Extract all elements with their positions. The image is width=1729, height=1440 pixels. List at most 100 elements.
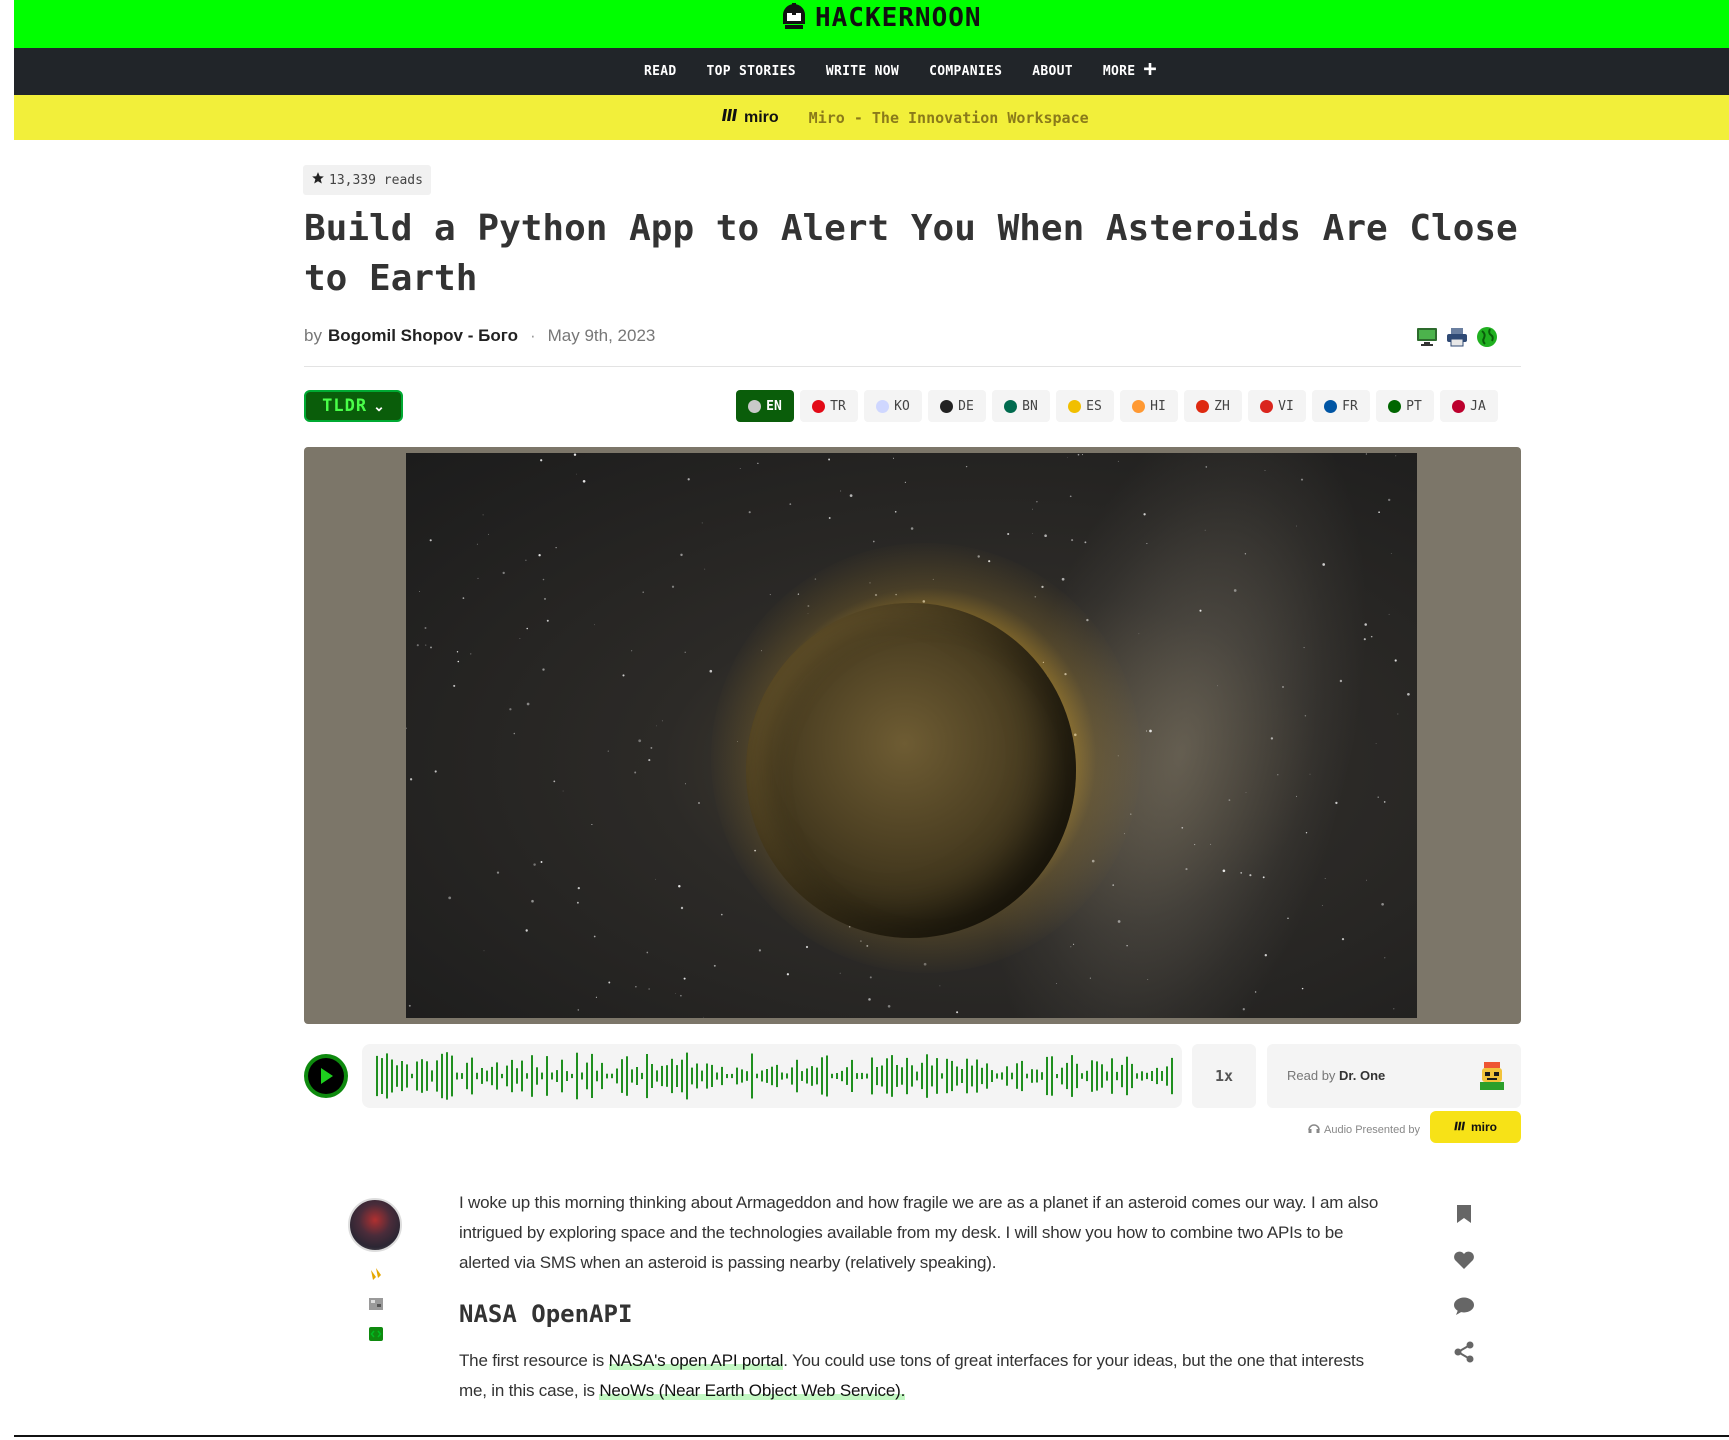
lang-en[interactable]: EN	[736, 390, 794, 422]
chevron-down-icon: ⌄	[373, 397, 385, 414]
nav-write-now[interactable]: WRITE NOW	[826, 64, 899, 79]
lang-code: BN	[1022, 398, 1038, 414]
lang-hi[interactable]: HI	[1120, 390, 1178, 422]
lang-code: JA	[1470, 398, 1486, 414]
lang-bn[interactable]: BN	[992, 390, 1050, 422]
author-sidebar	[348, 1198, 404, 1342]
intro-paragraph: I woke up this morning thinking about Ar…	[459, 1193, 1379, 1272]
reads-badge: 13,339 reads	[303, 165, 431, 195]
lang-tr[interactable]: TR	[800, 390, 858, 422]
read-by: Read by Dr. One	[1287, 1068, 1385, 1083]
plus-icon: +	[1143, 56, 1157, 82]
nav-companies[interactable]: COMPANIES	[929, 64, 1002, 79]
sponsor-banner[interactable]: miro Miro - The Innovation Workspace	[14, 95, 1729, 140]
article-body: I woke up this morning thinking about Ar…	[459, 1188, 1389, 1406]
nav-more[interactable]: MORE +	[1102, 58, 1157, 81]
lang-pt[interactable]: PT	[1376, 390, 1434, 422]
flag-icon	[1260, 399, 1274, 413]
nav-read[interactable]: READ	[644, 64, 677, 79]
flag-icon	[1132, 399, 1146, 413]
flag-icon	[1196, 399, 1210, 413]
lang-code: VI	[1278, 398, 1294, 414]
code-badge-icon[interactable]	[368, 1326, 384, 1342]
lang-es[interactable]: ES	[1056, 390, 1114, 422]
play-icon	[308, 1058, 344, 1094]
logo-bar: HACKERNOON	[14, 0, 1729, 48]
badge-icon[interactable]	[368, 1266, 384, 1282]
byline: by Bogomil Shopov - Бого · May 9th, 2023	[304, 326, 655, 346]
lang-code: PT	[1406, 398, 1422, 414]
bookmark-icon[interactable]	[1450, 1202, 1478, 1226]
print-icon[interactable]	[1446, 326, 1468, 353]
hero-image	[406, 453, 1417, 1018]
read-by-label: Read by	[1287, 1068, 1336, 1083]
tiny-planet	[746, 603, 1076, 938]
reads-count: 13,339 reads	[329, 172, 423, 188]
flag-icon	[876, 399, 890, 413]
narrator-name: Dr. One	[1339, 1068, 1386, 1083]
para-text: The first resource is	[459, 1351, 609, 1370]
lang-ja[interactable]: JA	[1440, 390, 1498, 422]
audio-sponsor-name: miro	[1470, 1120, 1497, 1134]
lang-code: KO	[894, 398, 910, 414]
lang-code: TR	[830, 398, 846, 414]
flag-icon	[1388, 399, 1402, 413]
body-paragraph: The first resource is NASA's open API po…	[459, 1346, 1389, 1406]
lang-code: FR	[1342, 398, 1358, 414]
lang-code: ZH	[1214, 398, 1230, 414]
hackernoon-helmet-icon	[779, 1, 809, 36]
separator: ·	[529, 326, 536, 345]
headphones-icon	[1308, 1122, 1320, 1137]
neows-link[interactable]: NeoWs (Near Earth Object Web Service).	[599, 1381, 905, 1400]
sponsor-tagline[interactable]: Miro - The Innovation Workspace	[809, 109, 1089, 127]
presented-by-label: Audio Presented by	[1324, 1123, 1421, 1136]
lang-zh[interactable]: ZH	[1184, 390, 1242, 422]
star-icon	[311, 171, 325, 189]
lang-fr[interactable]: FR	[1312, 390, 1370, 422]
monitor-icon[interactable]	[1416, 326, 1438, 353]
by-label: by	[304, 326, 322, 345]
waveform-bars	[376, 1052, 1173, 1100]
comment-icon[interactable]	[1450, 1294, 1478, 1318]
heart-icon[interactable]	[1450, 1248, 1478, 1272]
flag-icon	[748, 399, 762, 413]
tldr-label: TLDR	[322, 396, 368, 416]
lang-ko[interactable]: KO	[864, 390, 922, 422]
article-tools	[1416, 326, 1498, 353]
flag-icon	[812, 399, 826, 413]
share-icon[interactable]	[1450, 1340, 1478, 1364]
lang-code: EN	[766, 398, 782, 414]
author-avatar[interactable]	[348, 1198, 402, 1252]
flag-icon	[1452, 399, 1466, 413]
bottom-border	[14, 1435, 1729, 1437]
audio-presented-by: Audio Presented by	[1308, 1122, 1420, 1137]
nav-about[interactable]: ABOUT	[1032, 64, 1073, 79]
lang-code: DE	[958, 398, 974, 414]
miro-icon	[1454, 1120, 1466, 1134]
audio-waveform[interactable]	[362, 1044, 1182, 1108]
lang-code: ES	[1086, 398, 1102, 414]
lang-vi[interactable]: VI	[1248, 390, 1306, 422]
article-title: Build a Python App to Alert You When Ast…	[304, 208, 1518, 299]
nav-more-label: MORE	[1102, 64, 1136, 79]
hero-image-frame	[304, 447, 1521, 1024]
nasa-api-portal-link[interactable]: NASA's open API portal	[608, 1351, 783, 1370]
flag-icon	[1068, 399, 1082, 413]
lang-de[interactable]: DE	[928, 390, 986, 422]
article-actions	[1450, 1202, 1478, 1364]
author-link[interactable]: Bogomil Shopov - Бого	[328, 326, 518, 346]
pixel-badge-icon[interactable]	[368, 1296, 384, 1312]
miro-logo[interactable]: miro	[722, 108, 779, 127]
lang-code: HI	[1150, 398, 1166, 414]
flag-icon	[940, 399, 954, 413]
brand-name: HACKERNOON	[815, 3, 982, 33]
hackernoon-logo[interactable]: HACKERNOON	[779, 2, 982, 34]
play-button[interactable]	[304, 1054, 348, 1098]
nav-top-stories[interactable]: TOP STORIES	[707, 64, 796, 79]
audio-sponsor-badge[interactable]: miro	[1430, 1111, 1521, 1143]
globe-icon[interactable]	[1476, 326, 1498, 353]
tldr-button[interactable]: TLDR ⌄	[304, 390, 403, 422]
playback-speed-button[interactable]: 1x	[1192, 1044, 1256, 1108]
divider	[304, 366, 1521, 367]
narrator-avatar	[1477, 1060, 1507, 1097]
